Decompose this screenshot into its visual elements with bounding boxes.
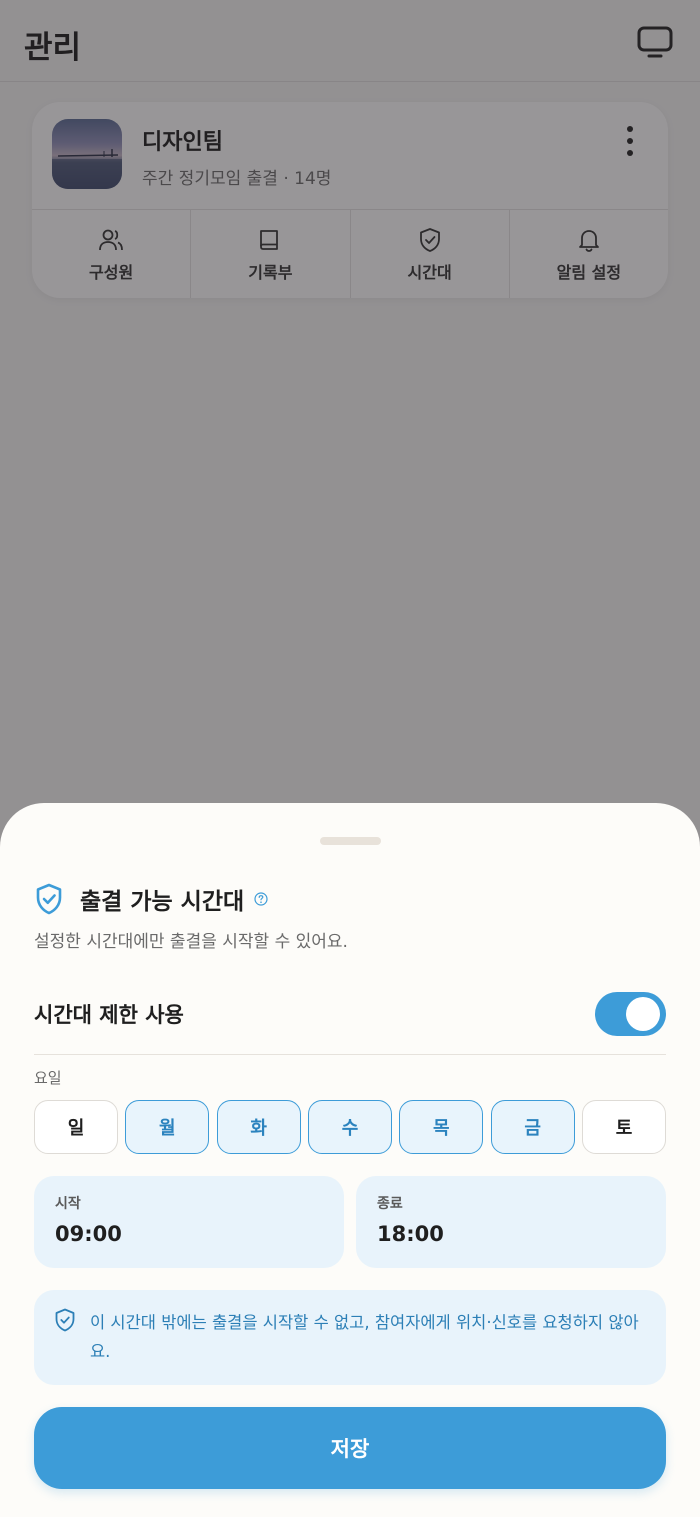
day-wednesday-button[interactable]: 수 [307,1100,392,1154]
start-time-value: 09:00 [55,1222,122,1246]
day-sunday-button[interactable]: 일 [34,1100,118,1154]
day-saturday-button[interactable]: 토 [581,1100,666,1154]
day-selector: 일 월 화 수 목 금 토 [34,1100,666,1154]
timeslot-limit-row: 시간대 제한 사용 [34,989,666,1055]
sheet-drag-handle[interactable] [320,837,381,845]
day-tuesday-button[interactable]: 화 [216,1100,301,1154]
notice-text: 이 시간대 밖에는 출결을 시작할 수 없고, 참여자에게 위치·신호를 요청하… [90,1313,639,1361]
sheet-description: 설정한 시간대에만 출결을 시작할 수 있어요. [34,932,348,952]
timeslot-limit-label: 시간대 제한 사용 [34,1003,184,1027]
day-monday-button[interactable]: 월 [125,1100,210,1154]
save-button[interactable]: 저장 [34,1407,666,1489]
help-icon[interactable] [254,892,268,906]
day-friday-button[interactable]: 금 [490,1100,575,1154]
toggle-knob [626,997,660,1031]
start-time-picker[interactable]: 시작 09:00 [34,1176,344,1268]
end-time-value: 18:00 [377,1222,444,1246]
end-time-label: 종료 [377,1196,403,1212]
days-label: 요일 [34,1069,62,1087]
end-time-picker[interactable]: 종료 18:00 [356,1176,666,1268]
shield-check-icon [36,883,62,915]
day-thursday-button[interactable]: 목 [399,1100,484,1154]
start-time-label: 시작 [55,1196,81,1212]
timeslot-bottom-sheet: 출결 가능 시간대 설정한 시간대에만 출결을 시작할 수 있어요. 시간대 제… [0,803,700,1517]
timeslot-notice: 이 시간대 밖에는 출결을 시작할 수 없고, 참여자에게 위치·신호를 요청하… [34,1290,666,1385]
sheet-title-row: 출결 가능 시간대 [34,881,268,917]
shield-check-icon [55,1308,75,1332]
sheet-title: 출결 가능 시간대 [80,889,245,915]
timeslot-limit-toggle[interactable] [595,992,666,1036]
